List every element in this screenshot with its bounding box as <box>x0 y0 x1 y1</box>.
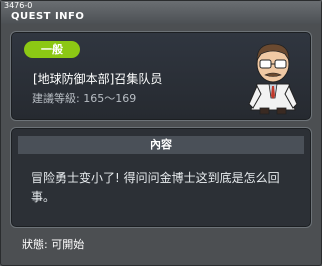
quest-content-panel: 內容 冒险勇士变小了! 得问问金博士这到底是怎么回事。 <box>10 127 312 228</box>
quest-category-tag: 一般 <box>24 41 80 58</box>
quest-name: [地球防御本部]召集队员 <box>33 72 163 86</box>
content-header: 內容 <box>18 136 304 154</box>
npc-doctor-portrait-icon <box>248 43 298 115</box>
quest-info-window: 3476-0 QUEST INFO 一般 [地球防御本部]召集队员 建議等級: … <box>0 0 322 266</box>
title-bar[interactable]: 3476-0 QUEST INFO <box>1 1 321 24</box>
window-title: QUEST INFO <box>11 11 85 22</box>
recommended-level: 建議等級: 165～169 <box>32 92 137 105</box>
quest-description: 冒险勇士变小了! 得问问金博士这到底是怎么回事。 <box>31 171 280 204</box>
quest-id: 3476-0 <box>4 1 33 10</box>
quest-status: 狀態: 可開始 <box>22 238 85 251</box>
quest-summary-panel: 一般 [地球防御本部]召集队员 建議等級: 165～169 <box>10 31 312 121</box>
